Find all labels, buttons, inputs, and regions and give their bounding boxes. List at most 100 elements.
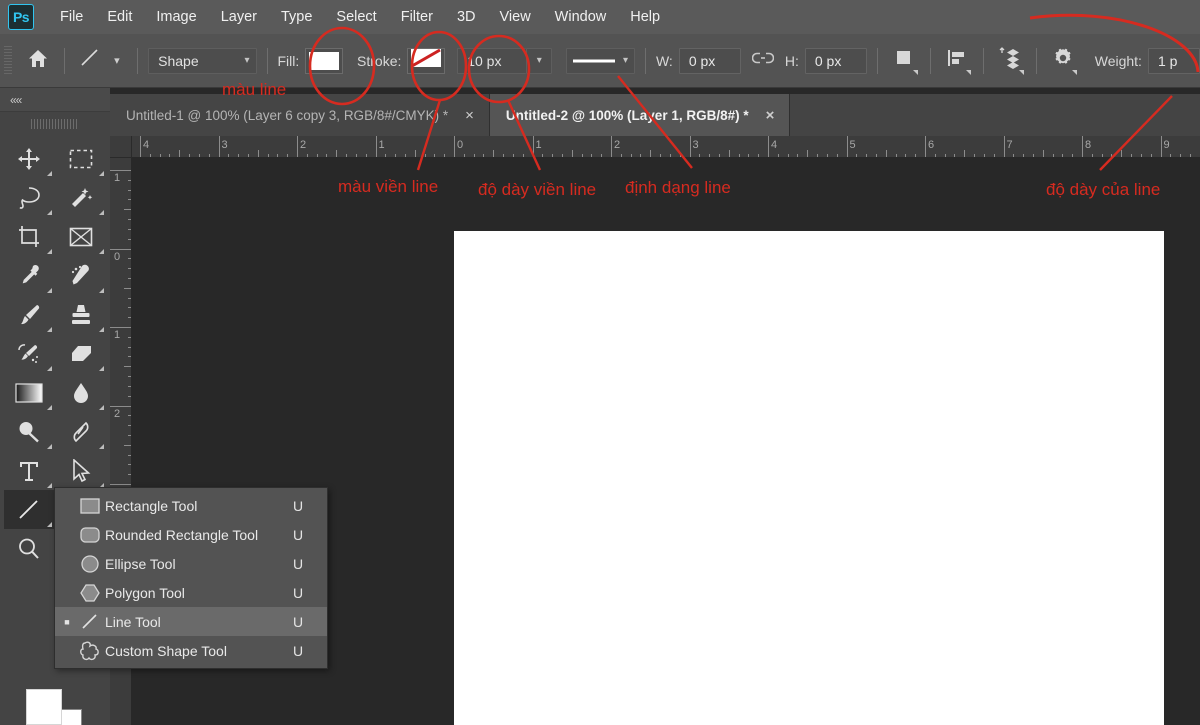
path-operations-button[interactable] — [888, 46, 920, 76]
flyout-item-custom-shape-tool[interactable]: Custom Shape Tool U — [55, 636, 327, 665]
close-icon[interactable]: × — [462, 106, 477, 125]
foreground-color-swatch[interactable] — [26, 689, 62, 725]
canvas-document-page[interactable] — [454, 231, 1164, 725]
path-arrangement-button[interactable] — [994, 46, 1026, 76]
flyout-label: Custom Shape Tool — [105, 643, 293, 659]
height-input[interactable]: 0 px — [805, 48, 867, 74]
document-tab-bar: Untitled-1 @ 100% (Layer 6 copy 3, RGB/8… — [110, 94, 1200, 136]
menu-3d[interactable]: 3D — [445, 5, 488, 29]
line-tool-icon — [79, 47, 101, 74]
ruler-label: 1 — [379, 140, 385, 151]
eyedropper-tool[interactable] — [4, 256, 54, 295]
stroke-color-swatch[interactable] — [407, 48, 445, 74]
menu-select[interactable]: Select — [324, 5, 388, 29]
ruler-tick-minor — [124, 445, 132, 446]
link-wh-button[interactable] — [747, 46, 779, 76]
rectangular-marquee-tool[interactable] — [56, 139, 106, 178]
no-color-icon — [411, 49, 441, 72]
ruler-label: 7 — [1007, 140, 1013, 151]
fill-color-swatch[interactable] — [305, 48, 343, 74]
ruler-corner — [110, 136, 132, 158]
flyout-item-polygon-tool[interactable]: Polygon Tool U — [55, 578, 327, 607]
magic-wand-icon — [69, 186, 93, 210]
tool-expand-icon — [47, 171, 52, 176]
menu-window[interactable]: Window — [543, 5, 619, 29]
toolbar-grip[interactable] — [0, 112, 110, 136]
flyout-label: Ellipse Tool — [105, 556, 293, 572]
close-icon[interactable]: × — [763, 106, 778, 125]
stroke-width-field[interactable]: 10 px — [457, 48, 526, 74]
blur-tool[interactable] — [56, 373, 106, 412]
tool-expand-icon — [47, 366, 52, 371]
ruler-label: 2 — [114, 409, 120, 420]
clone-stamp-tool[interactable] — [56, 295, 106, 334]
home-icon — [28, 49, 48, 73]
dodge-tool[interactable] — [4, 412, 54, 451]
spot-healing-brush-tool[interactable] — [56, 256, 106, 295]
chevron-down-icon — [1072, 70, 1077, 75]
tool-preset-dropdown[interactable]: ▾ — [106, 46, 127, 76]
eraser-tool[interactable] — [56, 334, 106, 373]
zoom-tool[interactable] — [4, 529, 54, 568]
width-input[interactable]: 0 px — [679, 48, 741, 74]
flyout-shortcut: U — [293, 643, 327, 659]
menu-file[interactable]: File — [48, 5, 95, 29]
tool-mode-select[interactable]: Shape ▾ — [148, 48, 256, 74]
flyout-item-rounded-rectangle-tool[interactable]: Rounded Rectangle Tool U — [55, 520, 327, 549]
tool-expand-icon — [99, 171, 104, 176]
gradient-tool[interactable] — [4, 373, 54, 412]
divider-3 — [267, 48, 268, 74]
crop-tool[interactable] — [4, 217, 54, 256]
document-tab-untitled-2[interactable]: Untitled-2 @ 100% (Layer 1, RGB/8#) * × — [490, 94, 791, 136]
lasso-tool[interactable] — [4, 178, 54, 217]
stroke-width-dropdown[interactable]: ▾ — [526, 48, 553, 74]
frame-tool[interactable] — [56, 217, 106, 256]
flyout-item-ellipse-tool[interactable]: Ellipse Tool U — [55, 549, 327, 578]
tool-preset-button[interactable] — [74, 46, 106, 76]
menu-filter[interactable]: Filter — [389, 5, 445, 29]
menu-layer[interactable]: Layer — [209, 5, 269, 29]
ruler-tick-minor — [179, 150, 180, 158]
history-brush-tool[interactable] — [4, 334, 54, 373]
menu-edit[interactable]: Edit — [95, 5, 144, 29]
flyout-shortcut: U — [293, 527, 327, 543]
ruler-tick-minor — [964, 150, 965, 158]
ruler-label: 1 — [536, 140, 542, 151]
weight-input[interactable]: 1 p — [1148, 48, 1200, 74]
type-tool[interactable] — [4, 451, 54, 490]
ruler-tick-major — [110, 406, 132, 407]
stroke-style-select[interactable]: ▾ — [566, 48, 635, 74]
magic-wand-tool[interactable] — [56, 178, 106, 217]
menu-view[interactable]: View — [488, 5, 543, 29]
brush-icon — [17, 303, 41, 327]
path-selection-tool[interactable] — [56, 451, 106, 490]
settings-button[interactable] — [1047, 46, 1079, 76]
menu-image[interactable]: Image — [144, 5, 208, 29]
history-brush-icon — [17, 342, 41, 366]
flyout-item-rectangle-tool[interactable]: Rectangle Tool U — [55, 491, 327, 520]
ruler-tick-major — [1082, 136, 1083, 158]
ruler-tick-major — [1161, 136, 1162, 158]
home-button[interactable] — [21, 46, 53, 76]
panel-collapse-button[interactable]: «« — [0, 88, 110, 112]
menu-type[interactable]: Type — [269, 5, 324, 29]
menu-help[interactable]: Help — [618, 5, 672, 29]
type-icon — [18, 460, 40, 482]
move-tool[interactable] — [4, 139, 54, 178]
tool-expand-icon — [47, 288, 52, 293]
droplet-icon — [71, 381, 91, 405]
ruler-label: 2 — [300, 140, 306, 151]
annotation-do-day-vien-line: độ dày viền line — [478, 180, 596, 200]
flyout-item-line-tool[interactable]: ■ Line Tool U — [55, 607, 327, 636]
ruler-tick-major — [110, 249, 132, 250]
ruler-tick-major — [110, 327, 132, 328]
document-tab-untitled-1[interactable]: Untitled-1 @ 100% (Layer 6 copy 3, RGB/8… — [110, 94, 490, 136]
pen-tool[interactable] — [56, 412, 106, 451]
polygon-icon — [75, 584, 105, 602]
brush-tool[interactable] — [4, 295, 54, 334]
path-alignment-button[interactable] — [941, 46, 973, 76]
rounded-rectangle-icon — [75, 527, 105, 543]
line-tool[interactable] — [4, 490, 54, 529]
height-label: H: — [785, 53, 799, 69]
options-bar-grip[interactable] — [4, 46, 12, 76]
